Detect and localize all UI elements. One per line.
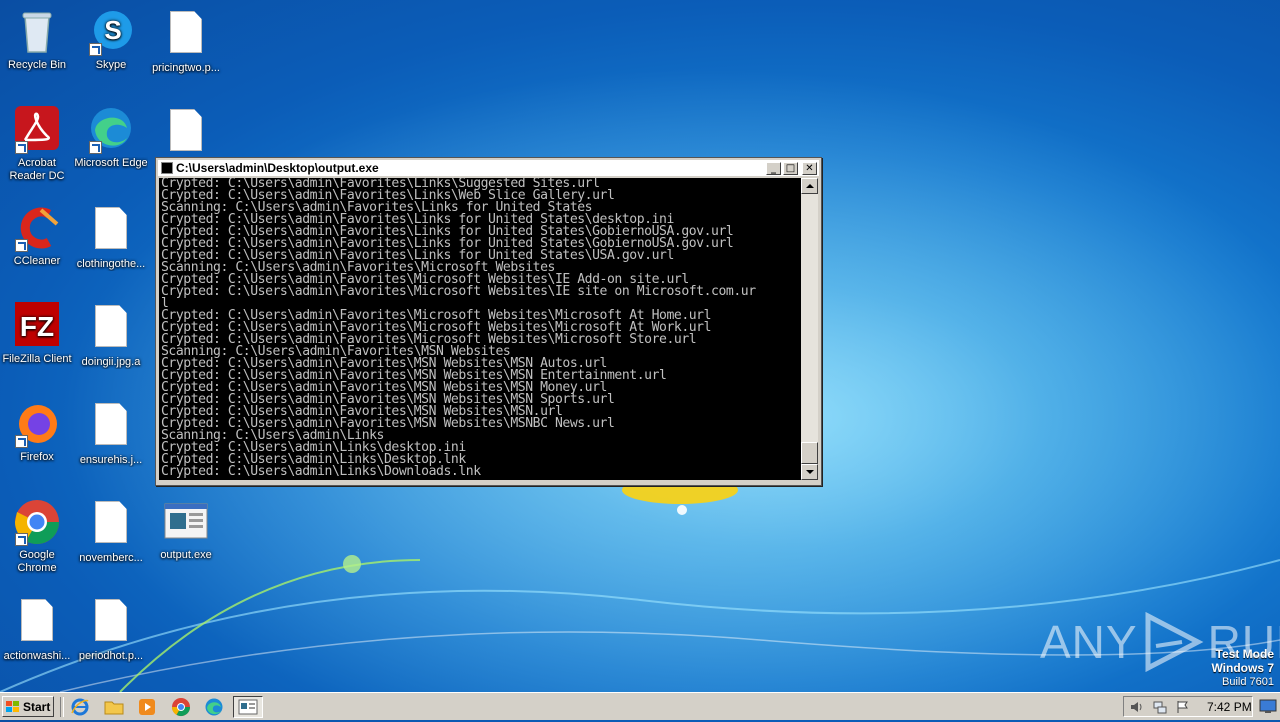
volume-icon[interactable] (1130, 700, 1144, 714)
network-icon[interactable] (1153, 700, 1167, 714)
start-button[interactable]: Start (2, 696, 54, 717)
taskbar: Start 7:42 PM (0, 692, 1280, 720)
clock[interactable]: 7:42 PM (1207, 700, 1252, 714)
document-icon (87, 403, 135, 451)
desktop-icon-novemberc[interactable]: novemberc... (74, 498, 148, 565)
internet-explorer-icon[interactable] (70, 697, 90, 717)
desktop-icon-edge[interactable]: Microsoft Edge (74, 106, 148, 170)
monitor-icon (1259, 699, 1277, 713)
skype-icon: S (87, 8, 135, 56)
console-line: Crypted: C:\Users\admin\Links\Downloads.… (161, 464, 481, 479)
console-app-icon (161, 162, 173, 174)
chrome-icon (13, 498, 61, 546)
document-icon (87, 207, 135, 255)
desktop-icon-skype[interactable]: S Skype (74, 8, 148, 72)
ccleaner-icon (13, 204, 61, 252)
scroll-down-button[interactable] (801, 464, 818, 480)
console-output[interactable]: Crypted: C:\Users\admin\Favorites\Links\… (159, 178, 802, 480)
arrow-up-icon (806, 184, 814, 188)
svg-text:S: S (104, 15, 121, 45)
close-button[interactable]: ✕ (802, 161, 817, 175)
vertical-scrollbar[interactable] (801, 178, 818, 480)
arrow-down-icon (806, 470, 814, 474)
os-version-info: Test Mode Windows 7 Build 7601 (1211, 647, 1274, 689)
recycle-bin-icon (13, 8, 61, 56)
console-window[interactable]: C:\Users\admin\Desktop\output.exe _ □ ✕ … (155, 157, 822, 486)
desktop-icon-clothingothe[interactable]: clothingothe... (74, 204, 148, 271)
desktop-icon-doingii[interactable]: doingii.jpg.a (74, 302, 148, 369)
desktop-icon-acrobat[interactable]: Acrobat Reader DC (0, 106, 74, 183)
edge-icon (87, 106, 135, 154)
shortcut-arrow-icon (89, 43, 102, 56)
document-icon (87, 501, 135, 549)
flag-icon[interactable] (1176, 700, 1190, 714)
console-app-icon (162, 498, 210, 546)
desktop-icon-chrome[interactable]: Google Chrome (0, 498, 74, 575)
shortcut-arrow-icon (15, 533, 28, 546)
taskbar-separator (60, 697, 64, 717)
desktop-icon-filezilla[interactable]: FZ FileZilla Client (0, 302, 74, 366)
document-icon (87, 599, 135, 647)
system-tray: 7:42 PM (1123, 696, 1253, 717)
firefox-icon (13, 400, 61, 448)
maximize-button[interactable]: □ (783, 161, 798, 175)
desktop-icon-actionwashi[interactable]: actionwashi... (0, 596, 74, 663)
edge-icon[interactable] (204, 697, 224, 717)
show-desktop-button[interactable] (1258, 696, 1278, 717)
desktop-icon-document-2[interactable] (149, 106, 223, 160)
desktop-icon-ccleaner[interactable]: CCleaner (0, 204, 74, 268)
acrobat-icon (13, 106, 61, 154)
document-icon (87, 305, 135, 353)
desktop-icon-recycle-bin[interactable]: Recycle Bin (0, 8, 74, 72)
taskbar-task-output-exe[interactable] (233, 696, 263, 718)
console-title: C:\Users\admin\Desktop\output.exe (176, 161, 379, 175)
filezilla-icon: FZ (13, 302, 61, 350)
console-text: Crypted: C:\Users\admin\Favorites\Links\… (159, 178, 802, 478)
folder-icon[interactable] (104, 697, 124, 717)
desktop-icon-pricingtwo[interactable]: pricingtwo.p... (149, 8, 223, 75)
console-app-icon (238, 699, 258, 715)
shortcut-arrow-icon (89, 141, 102, 154)
media-player-icon[interactable] (137, 697, 157, 717)
desktop-icon-output-exe[interactable]: output.exe (149, 498, 223, 562)
document-icon (162, 11, 210, 59)
scroll-up-button[interactable] (801, 178, 818, 194)
minimize-button[interactable]: _ (766, 161, 781, 175)
desktop-icon-periodhot[interactable]: periodhot.p... (74, 596, 148, 663)
svg-text:FZ: FZ (20, 311, 54, 342)
chrome-icon[interactable] (171, 697, 191, 717)
document-icon (162, 109, 210, 157)
play-icon (1145, 612, 1204, 672)
console-line: Crypted: C:\Users\admin\Favorites\Micros… (161, 284, 756, 299)
shortcut-arrow-icon (15, 141, 28, 154)
scroll-thumb[interactable] (801, 442, 818, 464)
shortcut-arrow-icon (15, 435, 28, 448)
windows-flag-icon (6, 700, 20, 713)
desktop-icon-firefox[interactable]: Firefox (0, 400, 74, 464)
console-titlebar[interactable]: C:\Users\admin\Desktop\output.exe _ □ ✕ (158, 160, 819, 176)
document-icon (13, 599, 61, 647)
desktop-icon-ensurehis[interactable]: ensurehis.j... (74, 400, 148, 467)
shortcut-arrow-icon (15, 239, 28, 252)
